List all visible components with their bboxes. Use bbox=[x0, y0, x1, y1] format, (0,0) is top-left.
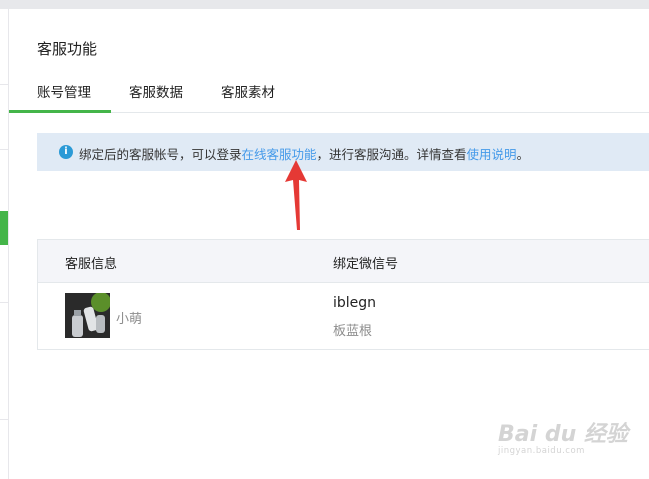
watermark-url: jingyan.baidu.com bbox=[498, 446, 585, 456]
watermark: Bai du 经验 jingyan.baidu.com bbox=[498, 410, 628, 466]
watermark-brand: Bai du 经验 bbox=[498, 422, 628, 447]
annotation-arrow bbox=[285, 160, 307, 230]
